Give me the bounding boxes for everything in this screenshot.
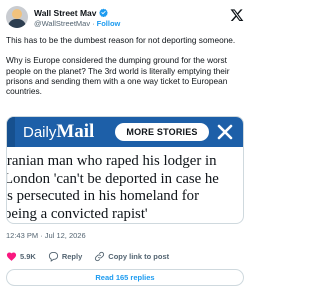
link-icon: [95, 251, 105, 261]
tweet-paragraph: Why is Europe considered the dumping gro…: [6, 55, 230, 96]
headline-line: being a convicted rapist': [6, 205, 148, 222]
like-button[interactable]: 5.9K: [6, 251, 36, 262]
action-bar: 5.9K Reply Copy link to post: [6, 249, 244, 263]
reply-label: Reply: [61, 251, 83, 261]
follow-button[interactable]: Follow: [97, 19, 121, 28]
timestamp[interactable]: 12:43 PM · Jul 12, 2026: [6, 231, 86, 240]
tweet-paragraph: This has to be the dumbest reason for no…: [6, 35, 236, 45]
article-headline: Iranian man who raped his lodger in Lond…: [6, 153, 243, 223]
reply-button[interactable]: Reply: [48, 251, 82, 262]
avatar-body: [8, 19, 26, 28]
separator-dot: ·: [92, 18, 95, 28]
name-row: Wall Street Mav: [34, 7, 108, 18]
daily-mail-banner: DailyMail MORE STORIES: [7, 117, 243, 147]
tweet-header: Wall Street Mav @WallStreetMav · Follow: [6, 6, 244, 30]
daily-mail-logo: DailyMail: [23, 121, 95, 142]
tweet-text: This has to be the dumbest reason for no…: [6, 35, 244, 96]
avatar[interactable]: [6, 6, 28, 28]
headline-line: London 'can't be deported in case he: [6, 170, 219, 187]
copy-link-label: Copy link to post: [108, 251, 170, 261]
close-icon: [217, 124, 233, 140]
headline-line: Iranian man who raped his lodger in: [6, 153, 217, 169]
display-name[interactable]: Wall Street Mav: [34, 8, 97, 18]
handle[interactable]: @WallStreetMav: [34, 19, 90, 28]
read-replies-button[interactable]: Read 165 replies: [6, 269, 244, 286]
x-logo-icon[interactable]: [230, 8, 244, 22]
more-stories-button: MORE STORIES: [115, 123, 209, 141]
banner-edge: [7, 117, 15, 147]
media-image[interactable]: DailyMail MORE STORIES Iranian man who r…: [6, 116, 244, 224]
likes-count: 5.9K: [20, 251, 36, 261]
handle-row: @WallStreetMav · Follow: [34, 18, 120, 28]
verified-badge-icon: [98, 8, 108, 17]
headline-line: is persecuted in his homeland for: [6, 188, 200, 204]
reply-icon: [48, 251, 58, 262]
heart-icon: [6, 252, 17, 261]
avatar-head: [12, 9, 22, 19]
copy-link-button[interactable]: Copy link to post: [94, 251, 169, 262]
